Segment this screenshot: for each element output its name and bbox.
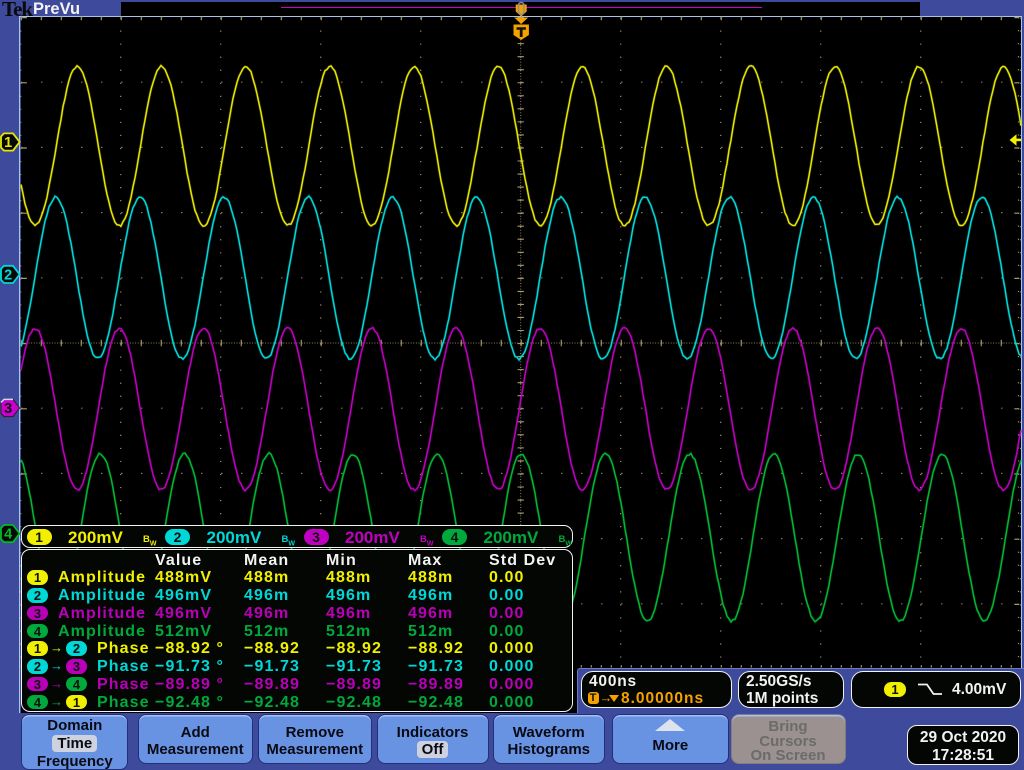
svg-text:2: 2: [4, 267, 12, 283]
svg-text:4: 4: [4, 527, 12, 543]
svg-text:3: 3: [4, 401, 12, 417]
svg-text:1: 1: [4, 135, 12, 151]
